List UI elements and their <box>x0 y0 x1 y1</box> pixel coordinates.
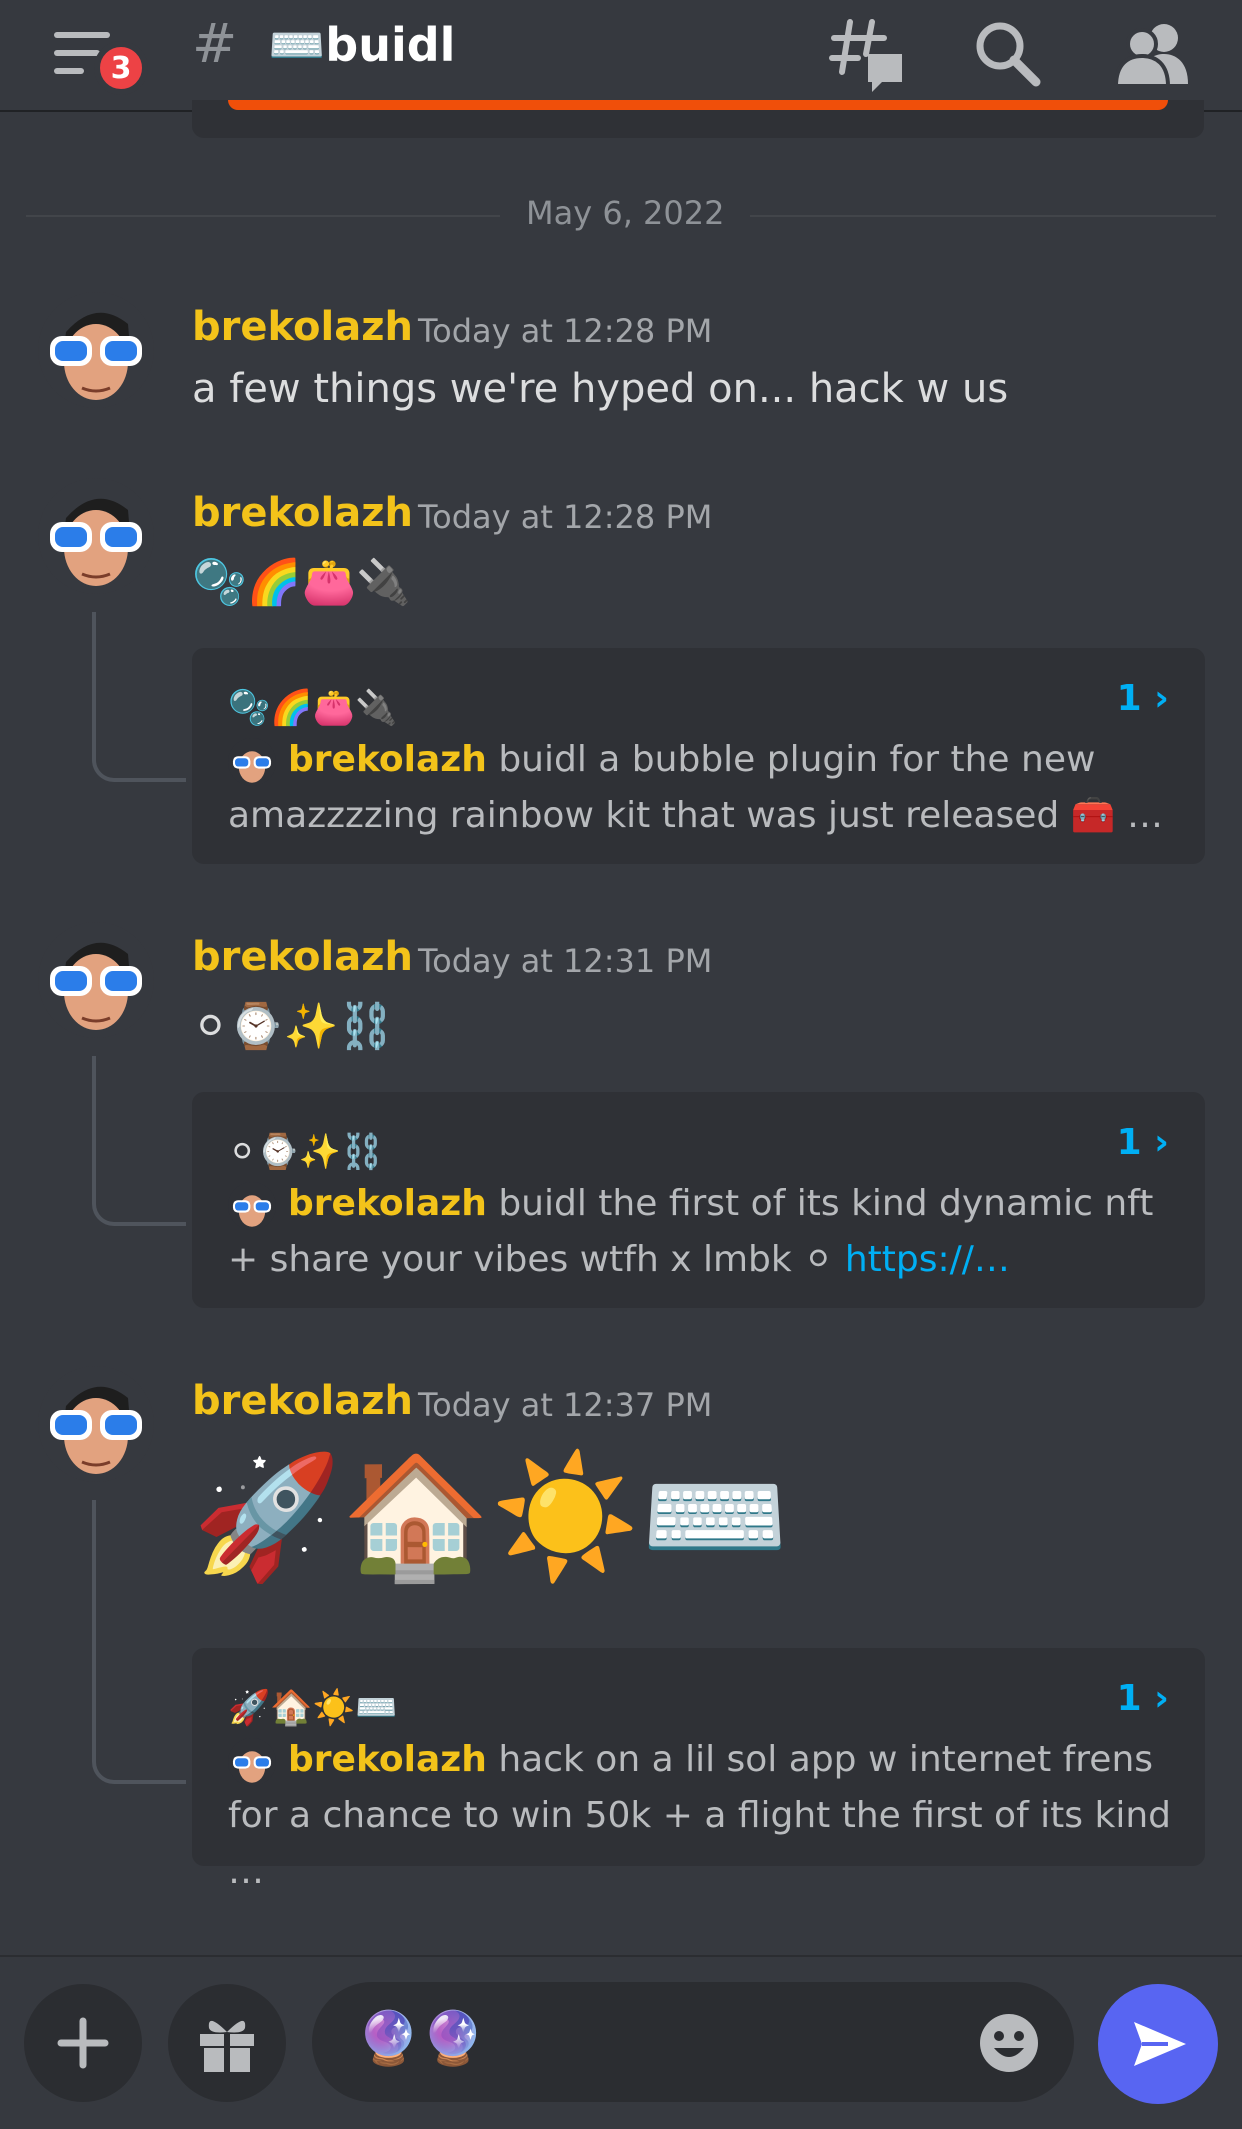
message-input-value: 🔮🔮 <box>356 2009 486 2069</box>
message-text: a few things we're hyped on... hack w us <box>192 366 1009 412</box>
emoji-icon[interactable] <box>978 2012 1040 2074</box>
send-button[interactable] <box>1098 1984 1218 2104</box>
message-text: 🚀🏠☀️⌨️ <box>192 1448 790 1587</box>
message-timestamp: Today at 12:28 PM <box>418 312 713 350</box>
gift-button[interactable] <box>168 1984 286 2102</box>
thread-connector <box>92 1500 186 1784</box>
notification-badge: 3 <box>94 41 148 95</box>
thread-preview: brekolazh buidl the first of its kind dy… <box>228 1176 1178 1288</box>
message-text: 🫧🌈👛🔌 <box>192 557 412 608</box>
avatar[interactable] <box>38 1366 154 1482</box>
channel-header: 3 # ⌨️buidl <box>0 0 1242 112</box>
thread-title: ⚪⌚✨⛓️ <box>228 1132 384 1172</box>
previous-thread-card <box>192 100 1204 138</box>
message-author[interactable]: brekolazh <box>192 490 413 536</box>
date-divider: May 6, 2022 <box>500 194 751 232</box>
avatar[interactable] <box>38 478 154 594</box>
message-author[interactable]: brekolazh <box>192 304 413 350</box>
embed-accent-bar <box>228 100 1168 110</box>
thread-card[interactable]: 🫧🌈👛🔌 1 › brekolazh buidl a bubble plugin… <box>192 648 1205 864</box>
members-icon[interactable] <box>1114 14 1194 94</box>
message-text: ⚪⌚✨⛓️ <box>192 1001 394 1052</box>
message-timestamp: Today at 12:31 PM <box>418 942 713 980</box>
avatar[interactable] <box>38 922 154 1038</box>
send-icon <box>1134 2022 1186 2066</box>
thread-preview: brekolazh buidl a bubble plugin for the … <box>228 732 1178 844</box>
thread-title: 🚀🏠☀️⌨️ <box>228 1688 398 1728</box>
avatar[interactable] <box>38 292 154 408</box>
channel-title[interactable]: ⌨️buidl <box>268 18 455 73</box>
message-timestamp: Today at 12:28 PM <box>418 498 713 536</box>
search-icon[interactable] <box>968 14 1048 94</box>
gift-icon <box>200 2020 254 2072</box>
message-author[interactable]: brekolazh <box>192 934 413 980</box>
thread-card[interactable]: ⚪⌚✨⛓️ 1 › brekolazh buidl the first of i… <box>192 1092 1205 1308</box>
message-author[interactable]: brekolazh <box>192 1378 413 1424</box>
thread-reply-count[interactable]: 1 › <box>1117 1122 1169 1163</box>
thread-author: brekolazh <box>288 1739 487 1780</box>
plus-icon <box>57 2017 109 2069</box>
thread-author: brekolazh <box>288 1183 487 1224</box>
thread-connector <box>92 1056 186 1226</box>
thread-reply-count[interactable]: 1 › <box>1117 1678 1169 1719</box>
threads-icon[interactable] <box>828 14 908 94</box>
thread-reply-count[interactable]: 1 › <box>1117 678 1169 719</box>
message-timestamp: Today at 12:37 PM <box>418 1386 713 1424</box>
thread-title: 🫧🌈👛🔌 <box>228 688 398 728</box>
thread-connector <box>92 612 186 782</box>
thread-card[interactable]: 🚀🏠☀️⌨️ 1 › brekolazh hack on a lil sol a… <box>192 1648 1205 1892</box>
thread-preview: brekolazh hack on a lil sol app w intern… <box>228 1732 1178 1900</box>
thread-link[interactable]: https://… <box>845 1239 1010 1280</box>
message-input[interactable]: 🔮🔮 <box>312 1982 1074 2102</box>
channel-hash-icon: # <box>192 12 238 75</box>
thread-author: brekolazh <box>288 739 487 780</box>
add-attachment-button[interactable] <box>24 1984 142 2102</box>
